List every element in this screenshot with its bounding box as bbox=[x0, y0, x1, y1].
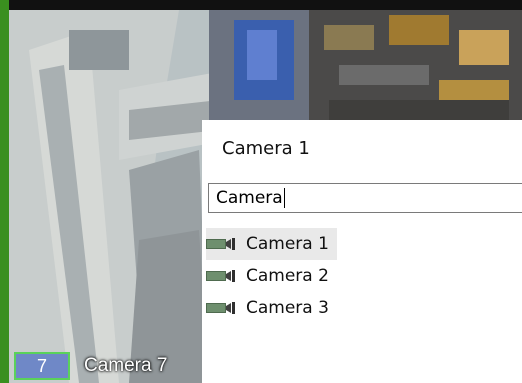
camera-name-label: Camera 7 bbox=[84, 355, 168, 376]
camera-list-item-2[interactable]: Camera 2 bbox=[206, 260, 337, 292]
camera-list-item-3[interactable]: Camera 3 bbox=[206, 292, 337, 324]
current-camera-title: Camera 1 bbox=[222, 138, 310, 159]
text-caret bbox=[283, 188, 285, 208]
camera-list-label: Camera 3 bbox=[246, 298, 329, 318]
camera-tile-footer: 7 Camera 7 bbox=[10, 349, 167, 383]
camera-list-item-1[interactable]: Camera 1 bbox=[206, 228, 337, 260]
camera-viewport[interactable]: 7 Camera 7 Camera 1 Camera Camera 1 Came… bbox=[0, 0, 522, 383]
camera-picker-popup: Camera 1 Camera Camera 1 Camera 2 Camera… bbox=[202, 120, 522, 383]
camera-icon bbox=[206, 302, 235, 314]
camera-number-badge[interactable]: 7 bbox=[14, 352, 70, 380]
camera-search-input[interactable]: Camera bbox=[208, 183, 522, 213]
search-text: Camera bbox=[216, 188, 283, 208]
camera-icon bbox=[206, 238, 235, 250]
camera-results-list: Camera 1 Camera 2 Camera 3 bbox=[206, 228, 337, 324]
active-tile-border bbox=[0, 0, 9, 383]
camera-list-label: Camera 1 bbox=[246, 234, 329, 254]
camera-list-label: Camera 2 bbox=[246, 266, 329, 286]
camera-icon bbox=[206, 270, 235, 282]
